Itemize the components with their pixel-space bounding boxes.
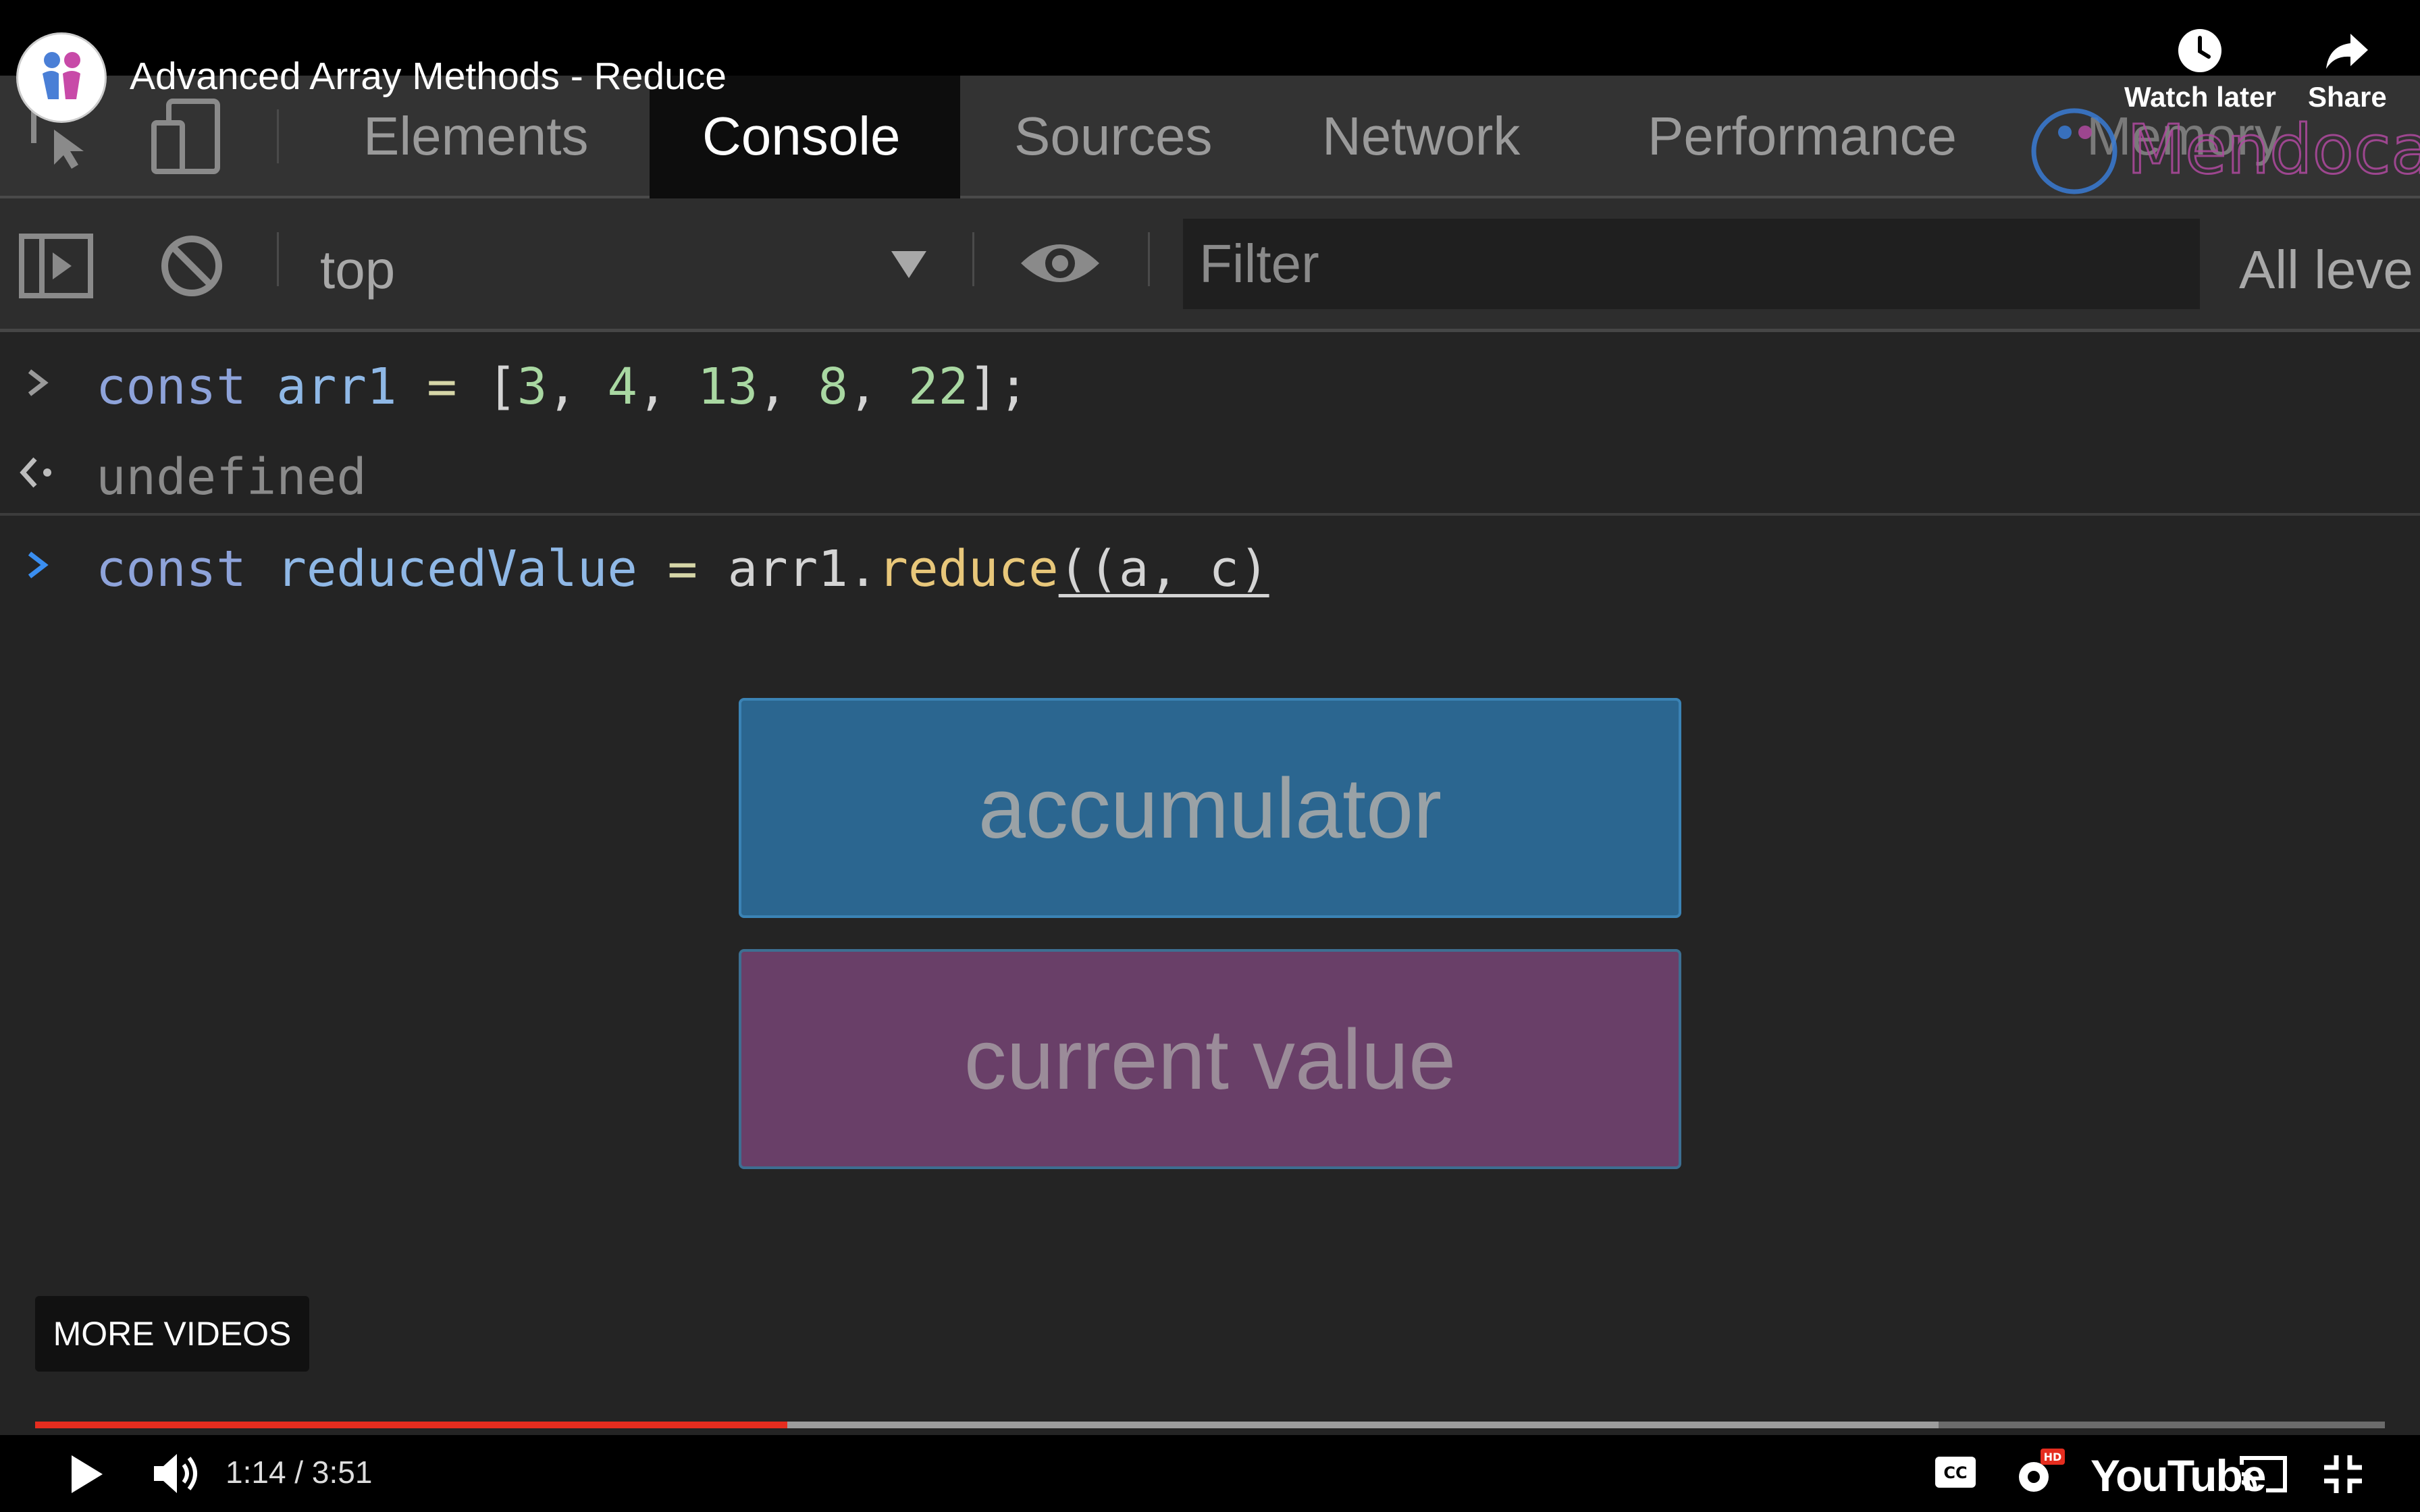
volume-icon[interactable] [151, 1451, 205, 1496]
tab-sources[interactable]: Sources [1014, 105, 1212, 167]
more-videos-button[interactable]: MORE VIDEOS [35, 1296, 309, 1372]
sidebar-toggle-icon[interactable] [19, 234, 93, 298]
chevron-down-icon[interactable] [890, 250, 928, 279]
share-button[interactable]: Share [2308, 27, 2387, 113]
code-line-2[interactable]: const reducedValue = arr1.reduce((a, c) [96, 540, 1269, 598]
tab-console-label: Console [702, 106, 901, 166]
console-divider [0, 513, 2420, 516]
time-display: 1:14 / 3:51 [226, 1455, 373, 1490]
code-operator: = [667, 540, 698, 598]
watch-later-label: Watch later [2124, 81, 2276, 113]
clear-console-icon[interactable] [159, 234, 224, 298]
code-number: 13 [698, 358, 758, 416]
captions-icon[interactable]: CC [1934, 1455, 1977, 1489]
code-variable: arr1 [276, 358, 397, 416]
tab-network[interactable]: Network [1322, 105, 1520, 167]
video-title[interactable]: Advanced Array Methods - Reduce [130, 54, 727, 99]
current-value-label-box: current value [739, 949, 1681, 1169]
code-method: reduce [878, 540, 1059, 598]
watch-later-button[interactable]: Watch later [2124, 27, 2276, 113]
code-operator: = [427, 358, 457, 416]
log-levels-dropdown[interactable]: All leve [2239, 239, 2413, 301]
clock-icon [2178, 29, 2222, 72]
play-icon[interactable] [68, 1453, 105, 1496]
svg-text:CC: CC [1943, 1463, 1967, 1482]
settings-hd-icon[interactable]: HD [2012, 1446, 2066, 1500]
accumulator-label-box: accumulator [739, 698, 1681, 918]
toolbar-divider [277, 232, 279, 286]
code-keyword: const [96, 358, 246, 416]
prompt-chevron-icon [28, 369, 49, 396]
brand-watermark-text: Mendocamp [2127, 110, 2420, 189]
code-arguments: ((a, c) [1058, 540, 1269, 598]
code-number: 3 [517, 358, 548, 416]
toolbar-divider [277, 109, 279, 163]
player-controls: 1:14 / 3:51 CC HD YouTube [0, 1435, 2420, 1512]
exit-fullscreen-icon[interactable] [2323, 1454, 2363, 1494]
result-arrow-icon [20, 457, 51, 488]
prompt-chevron-icon [28, 551, 49, 578]
toolbar-divider [972, 232, 974, 286]
code-variable: reducedValue [276, 540, 637, 598]
code-line-1[interactable]: const arr1 = [3, 4, 13, 8, 22]; [96, 358, 1028, 416]
console-result-value: undefined [96, 448, 367, 506]
progress-played [35, 1422, 787, 1428]
svg-text:HD: HD [2044, 1451, 2062, 1463]
tab-performance[interactable]: Performance [1648, 105, 1957, 167]
share-label: Share [2308, 81, 2387, 113]
code-keyword: const [96, 540, 246, 598]
code-number: 4 [607, 358, 638, 416]
code-number: 8 [818, 358, 848, 416]
eye-icon[interactable] [1018, 236, 1102, 290]
filter-input[interactable] [1183, 219, 2200, 309]
console-toolbar: top All leve [0, 198, 2420, 332]
progress-bar[interactable] [35, 1422, 2385, 1428]
channel-avatar[interactable] [16, 32, 107, 123]
share-arrow-icon [2326, 34, 2369, 69]
code-number: 22 [908, 358, 969, 416]
tab-elements[interactable]: Elements [363, 105, 588, 167]
device-toolbar-icon[interactable] [149, 96, 230, 177]
toolbar-divider [1148, 232, 1150, 286]
channel-logo-icon [43, 52, 80, 99]
code-bracket-open: [ [487, 358, 517, 416]
context-selector[interactable]: top [320, 239, 395, 301]
code-object: arr1. [727, 540, 878, 598]
cast-icon[interactable] [2239, 1455, 2288, 1493]
code-bracket-close: ]; [968, 358, 1029, 416]
